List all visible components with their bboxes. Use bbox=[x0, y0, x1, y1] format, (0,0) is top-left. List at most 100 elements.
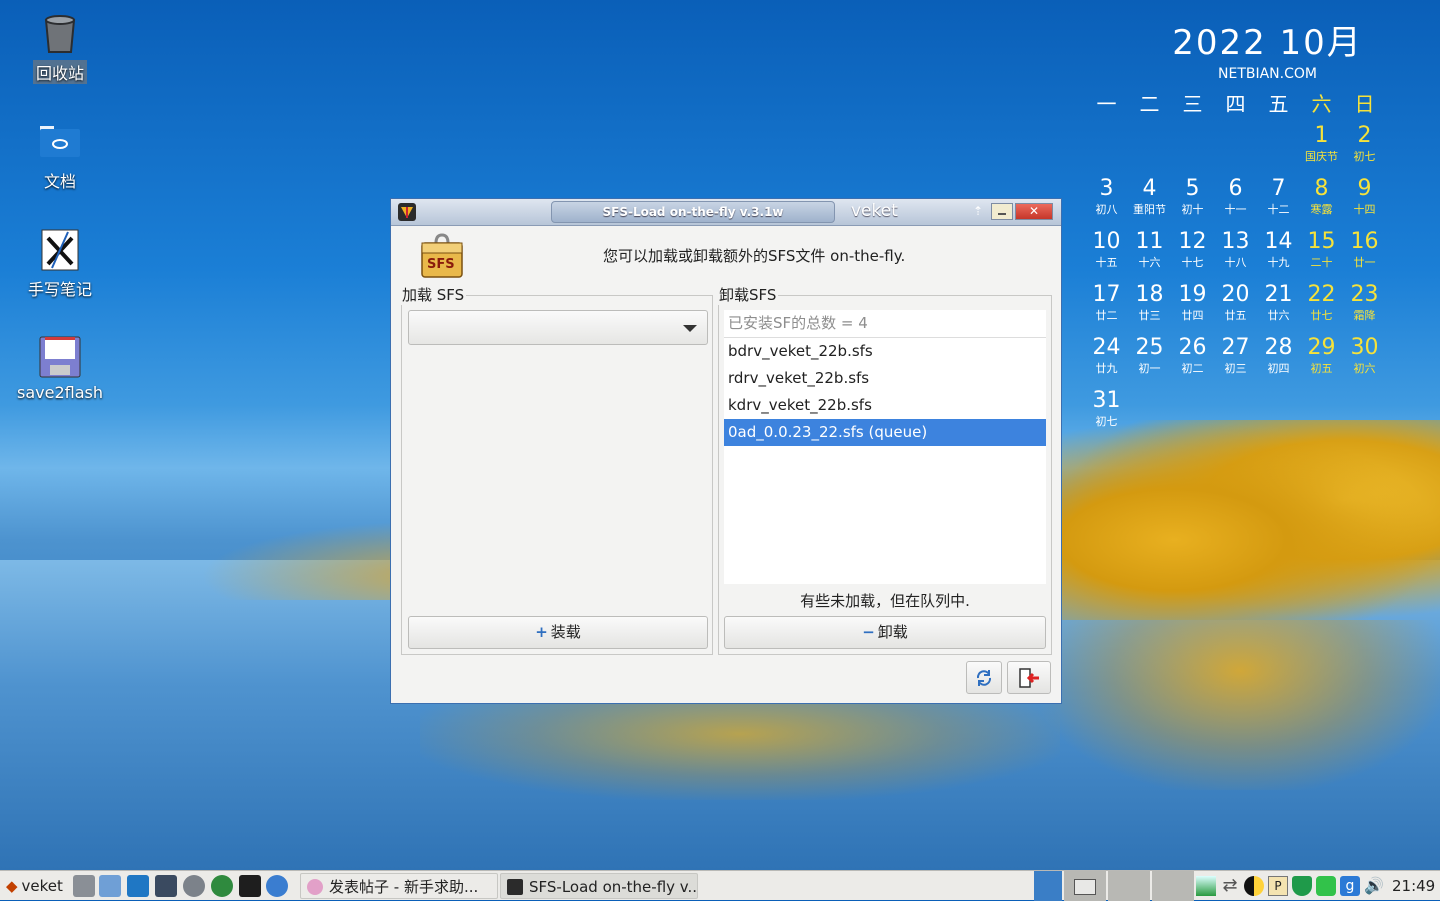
calendar-lunar-label: 重阳节 bbox=[1133, 203, 1166, 216]
calendar-weekday: 二 bbox=[1139, 92, 1160, 116]
calendar-day: 27 初三 bbox=[1214, 334, 1257, 387]
clock[interactable]: 21:49 bbox=[1392, 871, 1435, 901]
calendar-lunar-label: 十九 bbox=[1267, 256, 1290, 269]
calendar-day-number: 31 bbox=[1092, 388, 1121, 413]
calendar-lunar-label: 国庆节 bbox=[1305, 150, 1338, 163]
calendar-day: 5 初十 bbox=[1171, 175, 1214, 228]
calendar-lunar-label: 初七 bbox=[1353, 150, 1376, 163]
calendar-lunar-label: 十四 bbox=[1353, 203, 1376, 216]
desktop-icon-button[interactable] bbox=[127, 875, 149, 897]
minimize-button[interactable] bbox=[991, 203, 1013, 220]
installed-sfs-list[interactable]: 已安装SF的总数 = 4 bdrv_veket_22b.sfs rdrv_vek… bbox=[724, 310, 1046, 584]
calendar-lunar-label: 廿二 bbox=[1095, 309, 1118, 322]
calendar-day-number: 8 bbox=[1314, 176, 1329, 201]
calendar-lunar-label: 初十 bbox=[1181, 203, 1204, 216]
calendar-day-number: 2 bbox=[1357, 123, 1372, 148]
volume-icon[interactable]: 🔊 bbox=[1364, 876, 1384, 896]
system-monitor-icon[interactable] bbox=[155, 875, 177, 897]
app-icon[interactable] bbox=[397, 202, 417, 222]
sfs-app-icon bbox=[507, 879, 523, 895]
shade-button[interactable]: ⇡ bbox=[971, 203, 985, 220]
calendar-day: 18 廿三 bbox=[1128, 281, 1171, 334]
calendar-day: 2 初七 bbox=[1343, 122, 1386, 175]
calendar-empty bbox=[1343, 387, 1386, 440]
calendar-site: NETBIAN.COM bbox=[1218, 66, 1317, 82]
terminal-icon[interactable] bbox=[239, 875, 261, 897]
window-title[interactable]: SFS-Load on-the-fly v.3.1w bbox=[551, 201, 835, 223]
calendar-day: 8 寒露 bbox=[1300, 175, 1343, 228]
calendar-weekday: 五 bbox=[1268, 92, 1289, 116]
desktop-icon-label: 文档 bbox=[43, 172, 76, 191]
task-sfs-load[interactable]: SFS-Load on-the-fly v... bbox=[500, 873, 698, 899]
swap-icon[interactable]: ⇄ bbox=[1220, 876, 1240, 896]
calendar-day-number: 27 bbox=[1221, 335, 1250, 360]
calendar-lunar-label: 廿一 bbox=[1353, 256, 1376, 269]
calendar-lunar-label: 初三 bbox=[1224, 362, 1247, 375]
settings-gear-icon[interactable] bbox=[183, 875, 205, 897]
calendar-empty bbox=[1128, 387, 1171, 440]
calendar-weekday: 三 bbox=[1182, 92, 1203, 116]
list-item[interactable]: kdrv_veket_22b.sfs bbox=[724, 392, 1046, 419]
calendar-weekday: 六 bbox=[1311, 92, 1332, 116]
load-button[interactable]: + 装载 bbox=[408, 616, 708, 649]
brightness-icon[interactable] bbox=[1244, 876, 1264, 896]
workspace-2[interactable] bbox=[1064, 871, 1106, 901]
list-item[interactable]: bdrv_veket_22b.sfs bbox=[724, 338, 1046, 365]
list-item-selected[interactable]: 0ad_0.0.23_22.sfs (queue) bbox=[724, 419, 1046, 446]
list-item[interactable]: rdrv_veket_22b.sfs bbox=[724, 365, 1046, 392]
desktop-icon-trash[interactable]: 回收站 bbox=[10, 12, 110, 84]
load-button-label: 装载 bbox=[550, 623, 581, 641]
hammer-icon[interactable] bbox=[73, 875, 95, 897]
veket-logo-icon: ◆ bbox=[6, 877, 18, 895]
calendar-empty bbox=[1085, 122, 1128, 175]
desktop-icon-save2flash[interactable]: save2flash bbox=[10, 335, 110, 402]
unload-button[interactable]: − 卸载 bbox=[724, 616, 1046, 649]
calendar-grid: 一二三四五六日 1 国庆节 2 初七 3 初八 4 重阳节 5 初十 6 十一 7 十二 8 寒露 9 十四 10 十五… bbox=[1085, 88, 1430, 440]
minus-icon: − bbox=[862, 623, 875, 641]
calendar-day-number: 13 bbox=[1221, 229, 1250, 254]
g-input-icon[interactable]: g bbox=[1340, 876, 1360, 896]
workspace-3[interactable] bbox=[1108, 871, 1150, 901]
workspace-4[interactable] bbox=[1152, 871, 1194, 901]
exit-icon bbox=[1019, 668, 1039, 688]
play-icon[interactable] bbox=[211, 875, 233, 897]
calendar-empty bbox=[1171, 122, 1214, 175]
close-button[interactable]: ✕ bbox=[1015, 203, 1053, 220]
shield-icon[interactable] bbox=[1292, 876, 1312, 896]
calendar-empty bbox=[1257, 387, 1300, 440]
network-graph-icon[interactable] bbox=[1196, 876, 1216, 896]
workspace-name: veket bbox=[851, 201, 898, 221]
wallpaper-reflection bbox=[1040, 620, 1440, 790]
calendar-day: 16 廿一 bbox=[1343, 228, 1386, 281]
calendar-lunar-label: 初八 bbox=[1095, 203, 1118, 216]
file-manager-icon[interactable] bbox=[99, 875, 121, 897]
list-header: 已安装SF的总数 = 4 bbox=[724, 310, 1046, 338]
calendar-day-number: 29 bbox=[1307, 335, 1336, 360]
task-label: SFS-Load on-the-fly v... bbox=[529, 878, 698, 896]
calendar-lunar-label: 廿六 bbox=[1267, 309, 1290, 322]
drive-icon[interactable] bbox=[1316, 876, 1336, 896]
p-tool-icon[interactable]: P bbox=[1268, 876, 1288, 896]
folder-icon bbox=[38, 120, 82, 164]
calendar-day-number: 12 bbox=[1178, 229, 1207, 254]
desktop-icon-handwriting[interactable]: 手写笔记 bbox=[10, 228, 110, 300]
task-forum-post[interactable]: 发表帖子 - 新手求助... bbox=[300, 873, 498, 899]
unload-sfs-legend: 卸载SFS bbox=[717, 284, 779, 305]
calendar-day: 26 初二 bbox=[1171, 334, 1214, 387]
calendar-empty bbox=[1171, 387, 1214, 440]
title-bar[interactable]: SFS-Load on-the-fly v.3.1w veket ⇡ ✕ bbox=[391, 199, 1061, 226]
quit-button[interactable] bbox=[1007, 661, 1051, 694]
load-sfs-combo[interactable] bbox=[408, 310, 708, 345]
calendar-day-number: 14 bbox=[1264, 229, 1293, 254]
browser-icon[interactable] bbox=[266, 875, 288, 897]
task-label: 发表帖子 - 新手求助... bbox=[329, 878, 479, 896]
workspace-1[interactable] bbox=[1034, 871, 1062, 901]
refresh-button[interactable] bbox=[966, 661, 1002, 694]
calendar-lunar-label: 初六 bbox=[1353, 362, 1376, 375]
start-menu-button[interactable]: ◆ veket bbox=[6, 871, 63, 901]
calendar-day: 4 重阳节 bbox=[1128, 175, 1171, 228]
calendar-day: 31 初七 bbox=[1085, 387, 1128, 440]
calendar-day: 30 初六 bbox=[1343, 334, 1386, 387]
desktop-icon-documents[interactable]: 文档 bbox=[10, 120, 110, 192]
calendar-day-number: 11 bbox=[1135, 229, 1164, 254]
